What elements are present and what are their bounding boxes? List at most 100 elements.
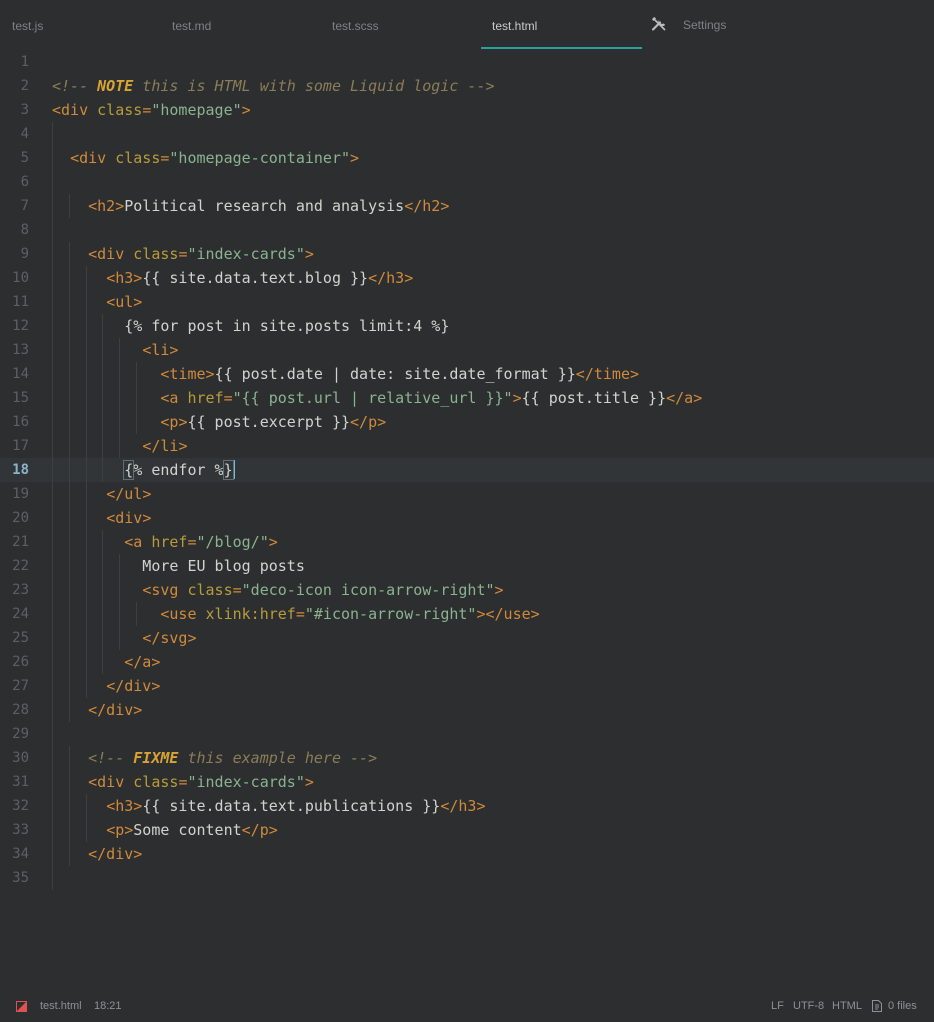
- tab-label: test.js: [12, 19, 44, 33]
- tab-settings[interactable]: Settings: [642, 0, 802, 50]
- line-number: 29: [12, 726, 29, 742]
- tab-label: Settings: [683, 18, 727, 32]
- files-icon: [872, 1000, 882, 1012]
- code-line[interactable]: 25 </svg>: [0, 626, 934, 650]
- code-text: <div class="index-cards">: [88, 245, 314, 263]
- code-line[interactable]: 14 <time>{{ post.date | date: site.date_…: [0, 362, 934, 386]
- code-text: <time>{{ post.date | date: site.date_for…: [160, 365, 640, 383]
- code-line[interactable]: 22 More EU blog posts: [0, 554, 934, 578]
- status-line-ending[interactable]: LF: [771, 994, 784, 1018]
- status-filename: test.html: [40, 1000, 82, 1012]
- code-line[interactable]: 34 </div>: [0, 842, 934, 866]
- code-line[interactable]: 19 </ul>: [0, 482, 934, 506]
- code-line[interactable]: 29: [0, 722, 934, 746]
- tools-icon: [651, 17, 666, 31]
- code-text: </div>: [106, 677, 161, 695]
- code-line[interactable]: 24 <use xlink:href="#icon-arrow-right"><…: [0, 602, 934, 626]
- code-line[interactable]: 17 </li>: [0, 434, 934, 458]
- code-line[interactable]: 28 </div>: [0, 698, 934, 722]
- line-number: 28: [12, 702, 29, 718]
- tab-label: test.md: [172, 19, 212, 33]
- code-text: <a href="{{ post.url | relative_url }}">…: [160, 389, 703, 407]
- status-cursor-position[interactable]: 18:21: [94, 994, 122, 1018]
- line-number: 6: [20, 174, 29, 190]
- tab-test-js[interactable]: test.js: [0, 0, 160, 50]
- status-language[interactable]: HTML: [832, 994, 862, 1018]
- line-number: 26: [12, 654, 29, 670]
- code-line[interactable]: 9 <div class="index-cards">: [0, 242, 934, 266]
- code-text: <ul>: [106, 293, 143, 311]
- code-line[interactable]: 6: [0, 170, 934, 194]
- line-number: 18: [12, 462, 29, 478]
- code-line[interactable]: 27 </div>: [0, 674, 934, 698]
- code-line[interactable]: 8: [0, 218, 934, 242]
- code-text: {% for post in site.posts limit:4 %}: [52, 317, 450, 335]
- tab-test-html[interactable]: test.html: [481, 0, 642, 50]
- line-number: 27: [12, 678, 29, 694]
- code-text: </li>: [142, 437, 188, 455]
- code-line[interactable]: 3 <div class="homepage">: [0, 98, 934, 122]
- code-line[interactable]: 26 </a>: [0, 650, 934, 674]
- code-line[interactable]: 33 <p>Some content</p>: [0, 818, 934, 842]
- code-line[interactable]: 10 <h3>{{ site.data.text.blog }}</h3>: [0, 266, 934, 290]
- status-files-count[interactable]: 0 files: [888, 994, 917, 1018]
- tab-label: test.html: [492, 19, 538, 33]
- tab-label: test.scss: [332, 19, 379, 33]
- code-editor[interactable]: 1 2 <!-- NOTE this is HTML with some Liqui…: [0, 50, 934, 900]
- line-number: 21: [12, 534, 29, 550]
- error-flag-icon[interactable]: [16, 1001, 27, 1012]
- line-number: 1: [20, 54, 29, 70]
- line-number: 19: [12, 486, 29, 502]
- code-line[interactable]: 15 <a href="{{ post.url | relative_url }…: [0, 386, 934, 410]
- code-text: </a>: [124, 653, 161, 671]
- line-number: 7: [20, 198, 29, 214]
- code-line[interactable]: 12 {% for post in site.posts limit:4 %}: [0, 314, 934, 338]
- code-line[interactable]: 21 <a href="/blog/">: [0, 530, 934, 554]
- code-line[interactable]: 5 <div class="homepage-container">: [0, 146, 934, 170]
- code-line[interactable]: 32 <h3>{{ site.data.text.publications }}…: [0, 794, 934, 818]
- line-number: 4: [20, 126, 29, 142]
- line-number: 22: [12, 558, 29, 574]
- code-text: <p>Some content</p>: [106, 821, 278, 839]
- code-text: <h2>Political research and analysis</h2>: [88, 197, 450, 215]
- line-number: 11: [12, 294, 29, 310]
- code-line[interactable]: 23 <svg class="deco-icon icon-arrow-righ…: [0, 578, 934, 602]
- tab-test-scss[interactable]: test.scss: [320, 0, 480, 50]
- code-text: </div>: [88, 701, 143, 719]
- code-line[interactable]: 31 <div class="index-cards">: [0, 770, 934, 794]
- line-number: 5: [20, 150, 29, 166]
- line-number: 24: [12, 606, 29, 622]
- line-number: 33: [12, 822, 29, 838]
- code-text: <svg class="deco-icon icon-arrow-right">: [142, 581, 504, 599]
- code-text: More EU blog posts: [52, 557, 305, 575]
- editor-app: test.js test.md test.scss test.html Sett…: [0, 0, 934, 1022]
- code-line[interactable]: 7 <h2>Political research and analysis</h…: [0, 194, 934, 218]
- code-text: </svg>: [142, 629, 197, 647]
- line-number: 31: [12, 774, 29, 790]
- line-number: 25: [12, 630, 29, 646]
- code-line[interactable]: 1: [0, 50, 934, 74]
- line-number: 2: [20, 78, 29, 94]
- tab-test-md[interactable]: test.md: [160, 0, 320, 50]
- code-text: <div class="homepage-container">: [70, 149, 360, 167]
- code-line[interactable]: 35: [0, 866, 934, 890]
- code-text: <!-- FIXME this example here -->: [88, 749, 378, 767]
- code-line[interactable]: 18 {% endfor %}: [0, 458, 934, 482]
- code-line[interactable]: 4: [0, 122, 934, 146]
- line-number: 23: [12, 582, 29, 598]
- code-text: <p>{{ post.excerpt }}</p>: [160, 413, 387, 431]
- code-text: <!-- NOTE this is HTML with some Liquid …: [52, 77, 495, 95]
- code-text: <li>: [142, 341, 179, 359]
- code-line[interactable]: 30 <!-- FIXME this example here -->: [0, 746, 934, 770]
- code-line[interactable]: 11 <ul>: [0, 290, 934, 314]
- code-line[interactable]: 16 <p>{{ post.excerpt }}</p>: [0, 410, 934, 434]
- code-line[interactable]: 20 <div>: [0, 506, 934, 530]
- status-encoding[interactable]: UTF-8: [793, 994, 824, 1018]
- tab-bar: test.js test.md test.scss test.html Sett…: [0, 0, 934, 50]
- code-text: <div class="homepage">: [52, 101, 251, 119]
- line-number: 20: [12, 510, 29, 526]
- line-number: 14: [12, 366, 29, 382]
- code-line[interactable]: 13 <li>: [0, 338, 934, 362]
- indent-guide: [52, 122, 53, 890]
- code-line[interactable]: 2 <!-- NOTE this is HTML with some Liquid…: [0, 74, 934, 98]
